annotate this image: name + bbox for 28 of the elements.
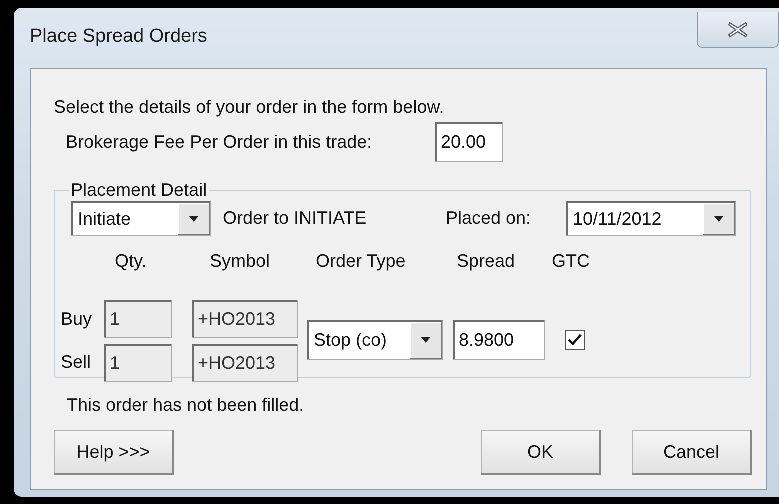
column-header: Spread [456, 250, 516, 272]
fee-field[interactable]: 20.00 [435, 122, 503, 162]
help-button[interactable]: Help >>> [54, 430, 174, 475]
close-icon [727, 22, 749, 38]
spread-field[interactable]: 8.9800 [453, 320, 545, 360]
row-label: Sell [61, 352, 92, 373]
gtc-checkbox[interactable] [565, 330, 585, 350]
column-header: GTC [551, 250, 591, 272]
caret-icon [420, 336, 432, 344]
action-dropdown[interactable]: Initiate [71, 201, 211, 236]
column-header: Symbol [209, 250, 272, 272]
window-title: Place Spread Orders [30, 26, 208, 48]
action-text: Order to INITIATE [223, 208, 368, 229]
status-text: This order has not been filled. [66, 394, 306, 416]
row-label: Buy [61, 308, 94, 330]
dialog-button[interactable]: OK [481, 430, 601, 475]
placed-on-label: Placed on: [446, 208, 532, 229]
order-type-dropdown[interactable]: Stop (co) [307, 320, 443, 360]
date-dropdown[interactable]: 10/11/2012 [566, 201, 736, 236]
column-header: Order Type [315, 250, 407, 272]
dialog-button[interactable]: Cancel [632, 430, 752, 475]
caret-icon [188, 216, 200, 222]
instruction-text: Select the details of your order in the form below. [54, 96, 446, 118]
group-legend: Placement Detail [69, 180, 210, 201]
close-button[interactable] [697, 12, 779, 48]
fee-label: Brokerage Fee Per Order in this trade: [66, 132, 374, 152]
caret-icon [713, 216, 725, 222]
column-header: Qty. [114, 250, 148, 272]
